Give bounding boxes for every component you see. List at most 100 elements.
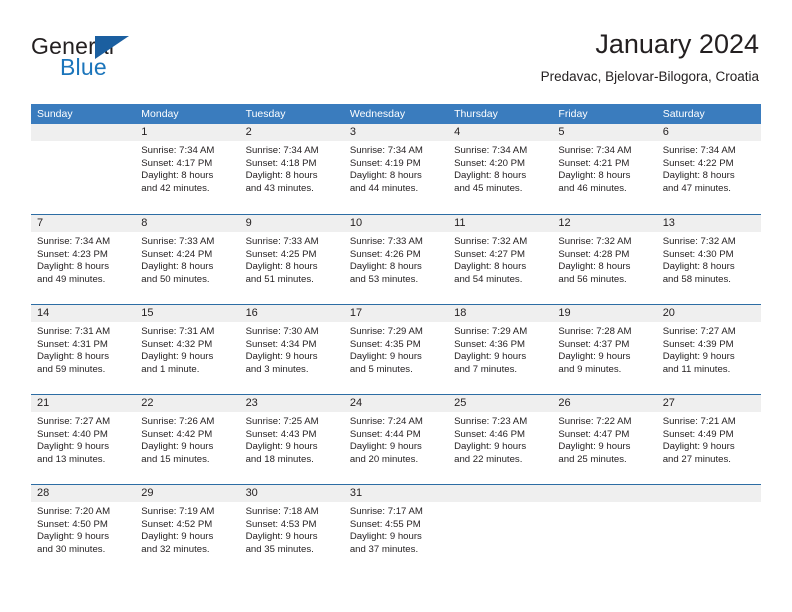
day-cell[interactable]: 2 Sunrise: 7:34 AM Sunset: 4:18 PM Dayli… [239, 124, 344, 214]
week-row: 14 Sunrise: 7:31 AM Sunset: 4:31 PM Dayl… [31, 304, 761, 394]
day-cell[interactable]: 29 Sunrise: 7:19 AM Sunset: 4:52 PM Dayl… [135, 485, 240, 574]
day-number: 5 [552, 124, 657, 141]
page-subtitle: Predavac, Bjelovar-Bilogora, Croatia [540, 69, 759, 84]
day-number: 30 [239, 485, 344, 502]
day-details: Sunrise: 7:23 AM Sunset: 4:46 PM Dayligh… [448, 412, 552, 466]
title-block: January 2024 Predavac, Bjelovar-Bilogora… [541, 28, 759, 85]
sunrise-text: Sunrise: 7:27 AM [662, 326, 736, 337]
day-cell[interactable]: 21 Sunrise: 7:27 AM Sunset: 4:40 PM Dayl… [31, 395, 136, 484]
daylight-text-line1: Daylight: 9 hours [141, 351, 214, 363]
sunrise-text: Sunrise: 7:26 AM [141, 416, 215, 427]
day-cell[interactable]: 16 Sunrise: 7:30 AM Sunset: 4:34 PM Dayl… [239, 305, 344, 394]
sunset-text: Sunset: 4:49 PM [662, 428, 734, 440]
day-cell[interactable]: 3 Sunrise: 7:34 AM Sunset: 4:19 PM Dayli… [343, 124, 449, 214]
day-cell[interactable]: 5 Sunrise: 7:34 AM Sunset: 4:21 PM Dayli… [552, 124, 657, 214]
sunrise-text: Sunrise: 7:32 AM [558, 236, 632, 247]
sunset-text: Sunset: 4:39 PM [662, 338, 734, 350]
week-row: 1 Sunrise: 7:34 AM Sunset: 4:17 PM Dayli… [31, 124, 761, 214]
calendar-page: General Blue January 2024 Predavac, Bjel… [0, 0, 792, 612]
day-cell[interactable]: 8 Sunrise: 7:33 AM Sunset: 4:24 PM Dayli… [135, 215, 240, 304]
day-details: Sunrise: 7:26 AM Sunset: 4:42 PM Dayligh… [135, 412, 239, 466]
weekday-header-thursday: Thursday [454, 108, 498, 120]
sunset-text: Sunset: 4:28 PM [558, 248, 630, 260]
day-number: 10 [343, 215, 449, 232]
day-cell[interactable]: 27 Sunrise: 7:21 AM Sunset: 4:49 PM Dayl… [656, 395, 761, 484]
sunset-text: Sunset: 4:44 PM [349, 428, 421, 440]
day-cell[interactable]: 30 Sunrise: 7:18 AM Sunset: 4:53 PM Dayl… [239, 485, 344, 574]
sunset-text: Sunset: 4:21 PM [558, 157, 630, 169]
day-number: 18 [448, 305, 553, 322]
day-cell[interactable]: 12 Sunrise: 7:32 AM Sunset: 4:28 PM Dayl… [552, 215, 657, 304]
daylight-text-line2: and 7 minutes. [454, 363, 518, 375]
generalblue-logo[interactable]: General Blue [31, 33, 211, 83]
day-details: Sunrise: 7:28 AM Sunset: 4:37 PM Dayligh… [552, 322, 656, 376]
day-cell[interactable]: 20 Sunrise: 7:27 AM Sunset: 4:39 PM Dayl… [656, 305, 761, 394]
day-details: Sunrise: 7:29 AM Sunset: 4:35 PM Dayligh… [344, 322, 448, 376]
day-number: 31 [343, 485, 449, 502]
day-details: Sunrise: 7:32 AM Sunset: 4:28 PM Dayligh… [552, 232, 656, 286]
daylight-text-line2: and 44 minutes. [349, 182, 419, 194]
day-number: 19 [552, 305, 657, 322]
weekday-header-tuesday: Tuesday [245, 108, 286, 120]
day-number [31, 124, 136, 141]
day-cell[interactable]: 9 Sunrise: 7:33 AM Sunset: 4:25 PM Dayli… [239, 215, 344, 304]
daylight-text-line1: Daylight: 8 hours [37, 351, 109, 363]
sunrise-text: Sunrise: 7:19 AM [141, 506, 215, 517]
daylight-text-line1: Daylight: 8 hours [662, 261, 735, 273]
daylight-text-line1: Daylight: 8 hours [141, 261, 214, 273]
day-cell[interactable]: 6 Sunrise: 7:34 AM Sunset: 4:22 PM Dayli… [656, 124, 761, 214]
day-cell[interactable]: 22 Sunrise: 7:26 AM Sunset: 4:42 PM Dayl… [135, 395, 240, 484]
day-cell[interactable]: 1 Sunrise: 7:34 AM Sunset: 4:17 PM Dayli… [135, 124, 240, 214]
sunrise-text: Sunrise: 7:28 AM [558, 326, 632, 337]
day-cell[interactable]: 14 Sunrise: 7:31 AM Sunset: 4:31 PM Dayl… [31, 305, 136, 394]
daylight-text-line2: and 18 minutes. [245, 453, 314, 465]
day-cell[interactable] [552, 485, 657, 574]
day-number: 16 [239, 305, 344, 322]
day-details: Sunrise: 7:34 AM Sunset: 4:17 PM Dayligh… [135, 141, 239, 195]
day-cell[interactable]: 10 Sunrise: 7:33 AM Sunset: 4:26 PM Dayl… [343, 215, 449, 304]
daylight-text-line1: Daylight: 8 hours [558, 170, 631, 182]
day-cell[interactable]: 24 Sunrise: 7:24 AM Sunset: 4:44 PM Dayl… [343, 395, 449, 484]
day-number: 28 [31, 485, 136, 502]
sunrise-text: Sunrise: 7:18 AM [245, 506, 319, 517]
day-cell[interactable]: 25 Sunrise: 7:23 AM Sunset: 4:46 PM Dayl… [448, 395, 553, 484]
day-cell[interactable]: 13 Sunrise: 7:32 AM Sunset: 4:30 PM Dayl… [656, 215, 761, 304]
day-cell[interactable]: 4 Sunrise: 7:34 AM Sunset: 4:20 PM Dayli… [448, 124, 553, 214]
day-details: Sunrise: 7:27 AM Sunset: 4:40 PM Dayligh… [31, 412, 135, 466]
daylight-text-line1: Daylight: 9 hours [245, 351, 318, 363]
day-details [657, 502, 761, 506]
daylight-text-line1: Daylight: 9 hours [349, 351, 422, 363]
sunset-text: Sunset: 4:31 PM [37, 338, 108, 350]
day-cell[interactable] [448, 485, 553, 574]
sunset-text: Sunset: 4:26 PM [349, 248, 421, 260]
daylight-text-line2: and 45 minutes. [454, 182, 523, 194]
day-cell[interactable]: 11 Sunrise: 7:32 AM Sunset: 4:27 PM Dayl… [448, 215, 553, 304]
day-cell[interactable]: 7 Sunrise: 7:34 AM Sunset: 4:23 PM Dayli… [31, 215, 136, 304]
daylight-text-line1: Daylight: 9 hours [454, 351, 527, 363]
day-cell[interactable]: 19 Sunrise: 7:28 AM Sunset: 4:37 PM Dayl… [552, 305, 657, 394]
daylight-text-line1: Daylight: 9 hours [245, 531, 318, 543]
day-cell[interactable] [656, 485, 761, 574]
day-cell[interactable]: 15 Sunrise: 7:31 AM Sunset: 4:32 PM Dayl… [135, 305, 240, 394]
daylight-text-line1: Daylight: 8 hours [245, 261, 318, 273]
sunrise-text: Sunrise: 7:31 AM [37, 326, 111, 337]
sunset-text: Sunset: 4:50 PM [37, 518, 108, 530]
day-cell[interactable]: 18 Sunrise: 7:29 AM Sunset: 4:36 PM Dayl… [448, 305, 553, 394]
day-cell[interactable] [31, 124, 136, 214]
day-cell[interactable]: 26 Sunrise: 7:22 AM Sunset: 4:47 PM Dayl… [552, 395, 657, 484]
day-cell[interactable]: 31 Sunrise: 7:17 AM Sunset: 4:55 PM Dayl… [343, 485, 449, 574]
day-cell[interactable]: 17 Sunrise: 7:29 AM Sunset: 4:35 PM Dayl… [343, 305, 449, 394]
day-cell[interactable]: 23 Sunrise: 7:25 AM Sunset: 4:43 PM Dayl… [239, 395, 344, 484]
day-number: 25 [448, 395, 553, 412]
day-details: Sunrise: 7:34 AM Sunset: 4:23 PM Dayligh… [31, 232, 135, 286]
day-cell[interactable]: 28 Sunrise: 7:20 AM Sunset: 4:50 PM Dayl… [31, 485, 136, 574]
day-details: Sunrise: 7:34 AM Sunset: 4:20 PM Dayligh… [448, 141, 552, 195]
day-details: Sunrise: 7:30 AM Sunset: 4:34 PM Dayligh… [240, 322, 344, 376]
sunset-text: Sunset: 4:40 PM [37, 428, 108, 440]
day-number [656, 485, 761, 502]
sunrise-text: Sunrise: 7:21 AM [662, 416, 736, 427]
daylight-text-line1: Daylight: 9 hours [141, 531, 214, 543]
daylight-text-line1: Daylight: 9 hours [349, 531, 422, 543]
sunset-text: Sunset: 4:20 PM [454, 157, 526, 169]
daylight-text-line1: Daylight: 9 hours [141, 441, 214, 453]
